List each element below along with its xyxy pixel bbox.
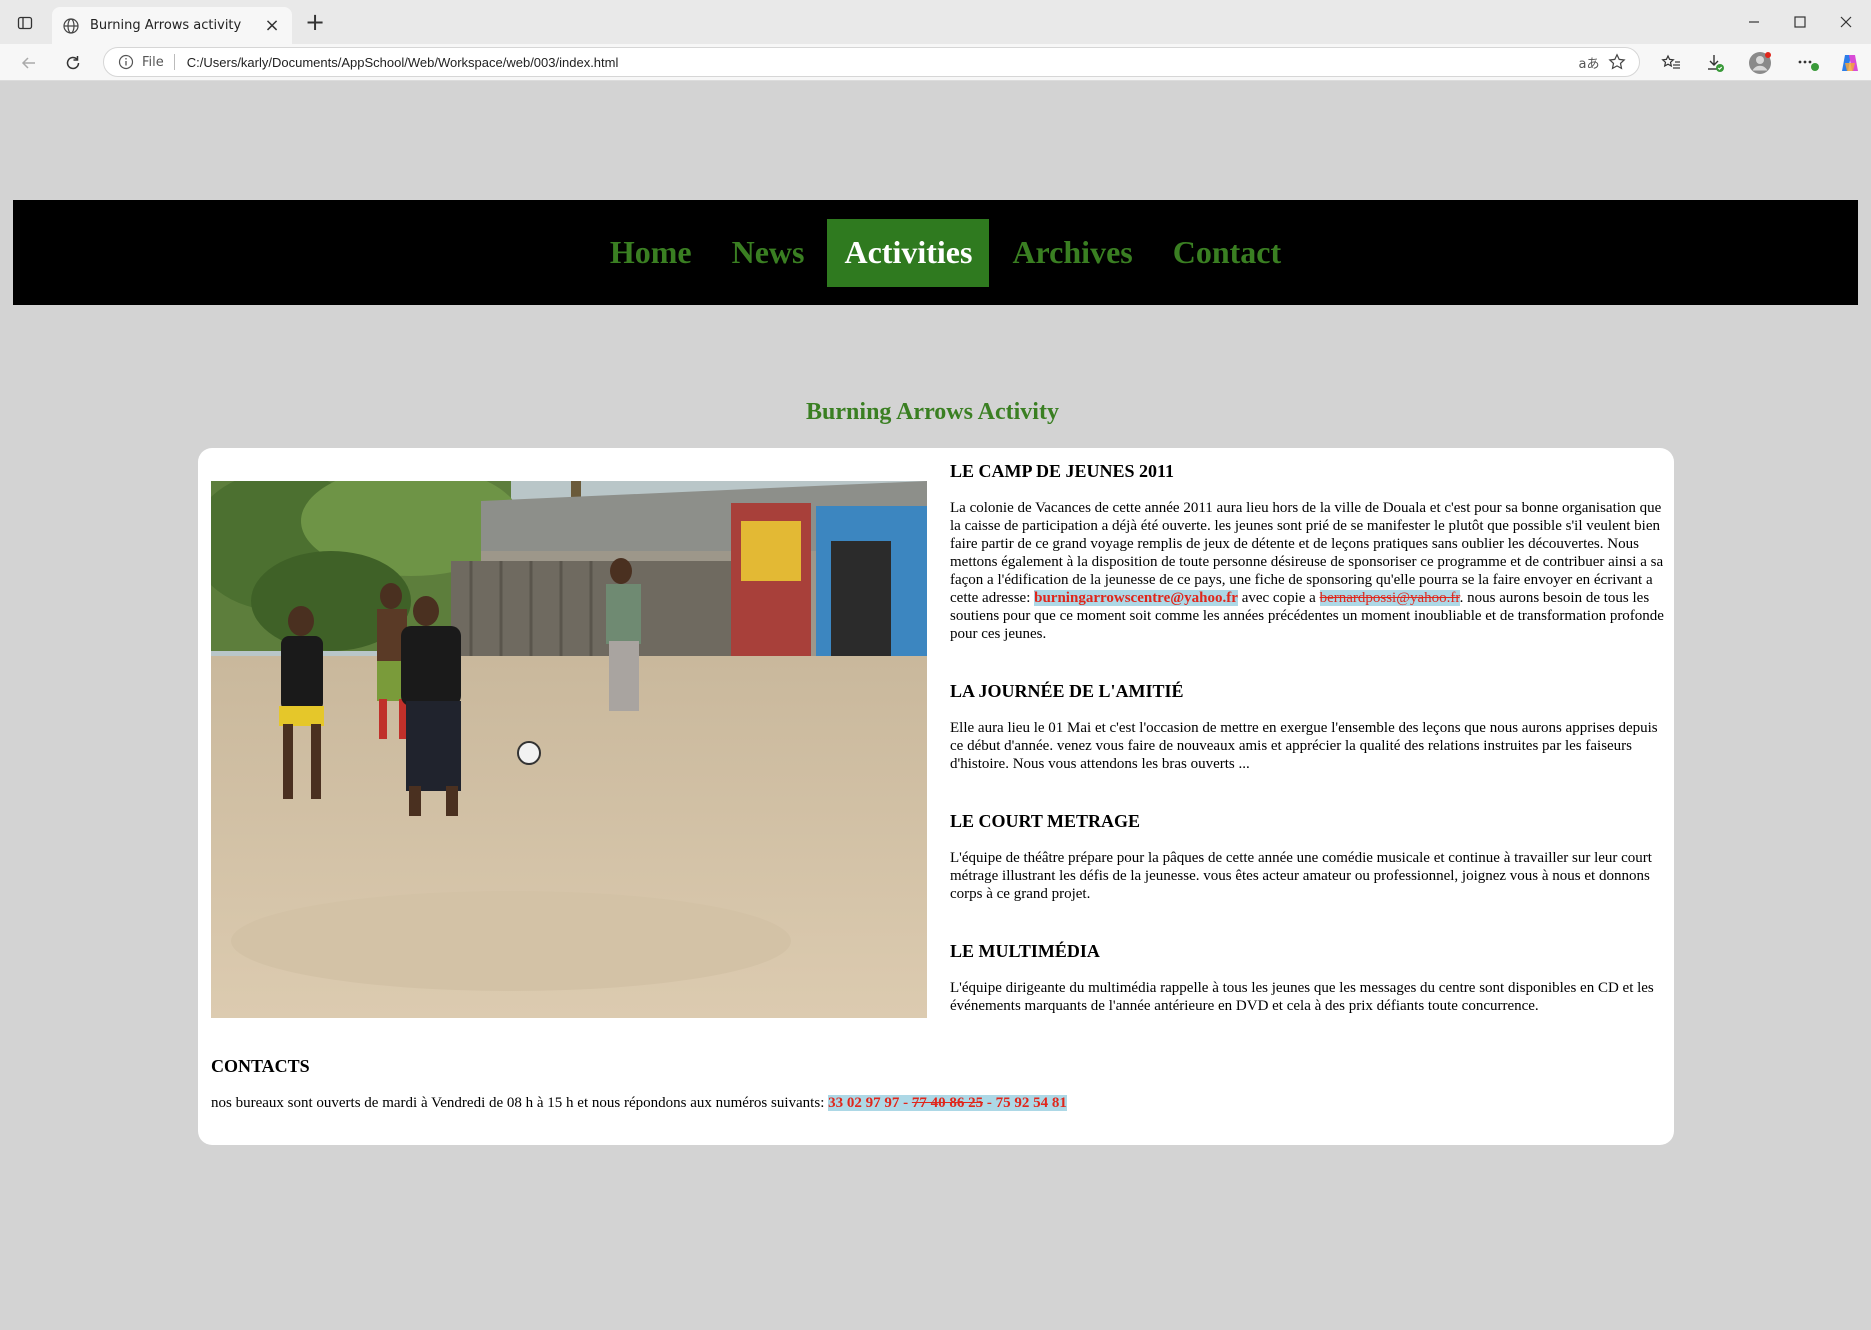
phone-separator: - bbox=[983, 1095, 996, 1111]
refresh-icon[interactable] bbox=[58, 48, 88, 78]
camp-text-2: avec copie a bbox=[1237, 590, 1320, 606]
section-text: Elle aura lieu le 01 Mai et c'est l'occa… bbox=[950, 720, 1658, 772]
nav-menu: Home News Activities Archives Contact bbox=[13, 200, 1858, 305]
section-heading: LE MULTIMÉDIA bbox=[950, 941, 1100, 961]
email-link[interactable]: burningarrowscentre@yahoo.fr bbox=[1034, 590, 1238, 606]
football-photo bbox=[211, 481, 927, 1018]
page-title: Burning Arrows Activity bbox=[806, 399, 1059, 425]
info-icon[interactable] bbox=[118, 54, 134, 70]
minimize-button[interactable] bbox=[1731, 8, 1777, 36]
contacts-text: nos bureaux sont ouverts de mardi à Vend… bbox=[211, 1094, 1661, 1112]
page-viewport: Home News Activities Archives Contact Bu… bbox=[6, 81, 1859, 1326]
section-text: La colonie de Vacances de cette année 20… bbox=[950, 499, 1666, 643]
phone-number-strikethrough[interactable]: 77 40 86 25 bbox=[911, 1095, 984, 1111]
favorites-list-icon[interactable] bbox=[1656, 48, 1686, 78]
email-link-strikethrough[interactable]: bernardpossi@yahoo.fr bbox=[1319, 590, 1460, 606]
read-aloud-icon[interactable]: aあ bbox=[1575, 48, 1603, 76]
section-heading: LE COURT METRAGE bbox=[950, 811, 1141, 831]
back-arrow-icon[interactable] bbox=[14, 48, 44, 78]
new-tab-button[interactable]: + bbox=[302, 10, 328, 36]
phone-separator: - bbox=[899, 1095, 912, 1111]
browser-toolbar: File C:/Users/karly/Documents/AppSchool/… bbox=[0, 44, 1871, 81]
section-heading: LA JOURNÉE DE L'AMITIÉ bbox=[950, 681, 1184, 701]
nav-activities[interactable]: Activities bbox=[827, 218, 990, 287]
browser-tab-bar: Burning Arrows activity × + bbox=[0, 0, 1871, 44]
nav-home[interactable]: Home bbox=[593, 219, 709, 287]
close-tab-icon[interactable]: × bbox=[262, 15, 282, 36]
nav-archives[interactable]: Archives bbox=[995, 219, 1149, 287]
nav-news[interactable]: News bbox=[715, 219, 822, 287]
browser-tab[interactable]: Burning Arrows activity × bbox=[52, 7, 292, 44]
downloads-icon[interactable] bbox=[1700, 48, 1730, 78]
section-text: L'équipe de théâtre prépare pour la pâqu… bbox=[950, 850, 1652, 902]
section-text: L'équipe dirigeante du multimédia rappel… bbox=[950, 980, 1654, 1014]
activities-text: LE CAMP DE JEUNES 2011 La colonie de Vac… bbox=[950, 460, 1666, 1052]
nav-contact[interactable]: Contact bbox=[1156, 219, 1298, 287]
profile-avatar-icon[interactable] bbox=[1745, 48, 1775, 78]
address-separator bbox=[173, 54, 175, 70]
content-card: LE CAMP DE JEUNES 2011 La colonie de Vac… bbox=[198, 448, 1674, 1145]
maximize-button[interactable] bbox=[1777, 8, 1823, 36]
main-navigation: Home News Activities Archives Contact bbox=[13, 200, 1858, 305]
contacts-section: CONTACTS nos bureaux sont ouverts de mar… bbox=[211, 1055, 1661, 1112]
contacts-heading: CONTACTS bbox=[211, 1056, 310, 1076]
copilot-icon[interactable] bbox=[1835, 48, 1865, 78]
globe-icon bbox=[62, 17, 80, 35]
sidebar-toggle-icon[interactable] bbox=[12, 10, 38, 36]
address-protocol: File bbox=[142, 54, 164, 70]
address-bar[interactable]: File C:/Users/karly/Documents/AppSchool/… bbox=[103, 47, 1640, 77]
more-options-icon[interactable] bbox=[1793, 48, 1823, 78]
section-heading: LE CAMP DE JEUNES 2011 bbox=[950, 461, 1175, 481]
phone-number[interactable]: 75 92 54 81 bbox=[995, 1095, 1067, 1111]
favorite-star-icon[interactable] bbox=[1603, 48, 1631, 76]
contacts-intro: nos bureaux sont ouverts de mardi à Vend… bbox=[211, 1095, 829, 1111]
phone-number[interactable]: 33 02 97 97 bbox=[828, 1095, 900, 1111]
close-window-button[interactable] bbox=[1823, 8, 1869, 36]
address-url[interactable]: C:/Users/karly/Documents/AppSchool/Web/W… bbox=[187, 55, 1575, 70]
tab-title: Burning Arrows activity bbox=[90, 18, 242, 33]
